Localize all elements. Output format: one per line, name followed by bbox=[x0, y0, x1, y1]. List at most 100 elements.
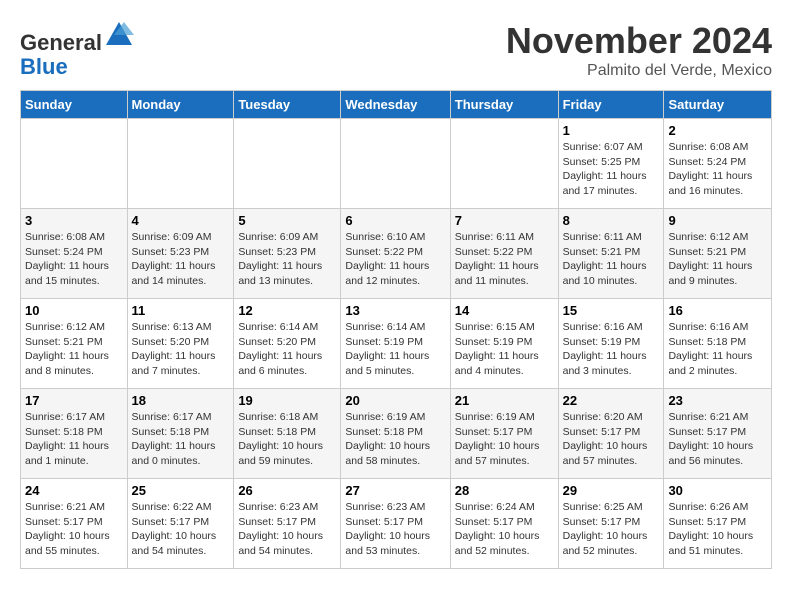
calendar-cell bbox=[450, 119, 558, 209]
calendar-cell: 28Sunrise: 6:24 AM Sunset: 5:17 PM Dayli… bbox=[450, 479, 558, 569]
calendar-cell: 11 Sunrise: 6:13 AM Sunset: 5:20 PM Dayli… bbox=[127, 299, 234, 389]
day-number: 4 bbox=[132, 213, 230, 228]
logo: General Blue bbox=[20, 20, 134, 79]
day-number: 22 bbox=[563, 393, 660, 408]
calendar-body: 1 Sunrise: 6:07 AM Sunset: 5:25 PM Daylig… bbox=[21, 119, 772, 569]
calendar-cell: 5Sunrise: 6:09 AM Sunset: 5:23 PM Daylig… bbox=[234, 209, 341, 299]
day-number: 21 bbox=[455, 393, 554, 408]
day-number: 7 bbox=[455, 213, 554, 228]
calendar-cell: 13 Sunrise: 6:14 AM Sunset: 5:19 PM Dayli… bbox=[341, 299, 450, 389]
calendar-table: SundayMondayTuesdayWednesdayThursdayFrid… bbox=[20, 90, 772, 569]
day-info: Sunrise: 6:22 AM Sunset: 5:17 PM Dayligh… bbox=[132, 500, 230, 559]
day-number: 1 bbox=[563, 123, 660, 138]
day-info: Sunrise: 6:13 AM Sunset: 5:20 PM Dayligh… bbox=[132, 320, 230, 379]
weekday-header: Friday bbox=[558, 91, 664, 119]
calendar-cell: 9 Sunrise: 6:12 AM Sunset: 5:21 PM Daylig… bbox=[664, 209, 772, 299]
day-number: 13 bbox=[345, 303, 445, 318]
day-info: Sunrise: 6:11 AM Sunset: 5:22 PM Dayligh… bbox=[455, 230, 554, 289]
day-number: 19 bbox=[238, 393, 336, 408]
calendar-cell: 27 Sunrise: 6:23 AM Sunset: 5:17 PM Dayli… bbox=[341, 479, 450, 569]
day-number: 3 bbox=[25, 213, 123, 228]
day-info: Sunrise: 6:16 AM Sunset: 5:19 PM Dayligh… bbox=[563, 320, 660, 379]
weekday-header: Monday bbox=[127, 91, 234, 119]
day-number: 27 bbox=[345, 483, 445, 498]
calendar-cell: 12 Sunrise: 6:14 AM Sunset: 5:20 PM Dayli… bbox=[234, 299, 341, 389]
day-info: Sunrise: 6:19 AM Sunset: 5:18 PM Dayligh… bbox=[345, 410, 445, 469]
day-info: Sunrise: 6:25 AM Sunset: 5:17 PM Dayligh… bbox=[563, 500, 660, 559]
calendar-cell: 7 Sunrise: 6:11 AM Sunset: 5:22 PM Daylig… bbox=[450, 209, 558, 299]
location: Palmito del Verde, Mexico bbox=[506, 62, 772, 80]
month-title: November 2024 bbox=[506, 20, 772, 62]
day-number: 23 bbox=[668, 393, 767, 408]
logo-icon bbox=[104, 20, 134, 50]
day-number: 30 bbox=[668, 483, 767, 498]
calendar-cell: 29 Sunrise: 6:25 AM Sunset: 5:17 PM Dayli… bbox=[558, 479, 664, 569]
calendar-cell: 20 Sunrise: 6:19 AM Sunset: 5:18 PM Dayli… bbox=[341, 389, 450, 479]
day-number: 29 bbox=[563, 483, 660, 498]
calendar-header-row: SundayMondayTuesdayWednesdayThursdayFrid… bbox=[21, 91, 772, 119]
calendar-cell: 22 Sunrise: 6:20 AM Sunset: 5:17 PM Dayli… bbox=[558, 389, 664, 479]
calendar-cell: 15 Sunrise: 6:16 AM Sunset: 5:19 PM Dayli… bbox=[558, 299, 664, 389]
day-info: Sunrise: 6:23 AM Sunset: 5:17 PM Dayligh… bbox=[238, 500, 336, 559]
calendar-week-row: 24Sunrise: 6:21 AM Sunset: 5:17 PM Dayli… bbox=[21, 479, 772, 569]
calendar-cell: 16Sunrise: 6:16 AM Sunset: 5:18 PM Dayli… bbox=[664, 299, 772, 389]
day-number: 9 bbox=[668, 213, 767, 228]
day-info: Sunrise: 6:12 AM Sunset: 5:21 PM Dayligh… bbox=[25, 320, 123, 379]
calendar-cell: 23 Sunrise: 6:21 AM Sunset: 5:17 PM Dayli… bbox=[664, 389, 772, 479]
day-number: 15 bbox=[563, 303, 660, 318]
calendar-week-row: 1 Sunrise: 6:07 AM Sunset: 5:25 PM Daylig… bbox=[21, 119, 772, 209]
day-number: 26 bbox=[238, 483, 336, 498]
calendar-cell: 1 Sunrise: 6:07 AM Sunset: 5:25 PM Daylig… bbox=[558, 119, 664, 209]
day-info: Sunrise: 6:20 AM Sunset: 5:17 PM Dayligh… bbox=[563, 410, 660, 469]
calendar-cell: 21 Sunrise: 6:19 AM Sunset: 5:17 PM Dayli… bbox=[450, 389, 558, 479]
day-info: Sunrise: 6:12 AM Sunset: 5:21 PM Dayligh… bbox=[668, 230, 767, 289]
calendar-cell: 30 Sunrise: 6:26 AM Sunset: 5:17 PM Dayli… bbox=[664, 479, 772, 569]
day-number: 12 bbox=[238, 303, 336, 318]
day-number: 20 bbox=[345, 393, 445, 408]
day-info: Sunrise: 6:11 AM Sunset: 5:21 PM Dayligh… bbox=[563, 230, 660, 289]
day-info: Sunrise: 6:23 AM Sunset: 5:17 PM Dayligh… bbox=[345, 500, 445, 559]
day-number: 2 bbox=[668, 123, 767, 138]
weekday-header: Saturday bbox=[664, 91, 772, 119]
day-info: Sunrise: 6:07 AM Sunset: 5:25 PM Dayligh… bbox=[563, 140, 660, 199]
calendar-cell bbox=[127, 119, 234, 209]
day-number: 25 bbox=[132, 483, 230, 498]
day-info: Sunrise: 6:14 AM Sunset: 5:20 PM Dayligh… bbox=[238, 320, 336, 379]
day-info: Sunrise: 6:21 AM Sunset: 5:17 PM Dayligh… bbox=[668, 410, 767, 469]
day-info: Sunrise: 6:17 AM Sunset: 5:18 PM Dayligh… bbox=[132, 410, 230, 469]
day-info: Sunrise: 6:09 AM Sunset: 5:23 PM Dayligh… bbox=[238, 230, 336, 289]
weekday-header: Wednesday bbox=[341, 91, 450, 119]
calendar-cell bbox=[234, 119, 341, 209]
weekday-header: Thursday bbox=[450, 91, 558, 119]
weekday-header: Tuesday bbox=[234, 91, 341, 119]
day-info: Sunrise: 6:08 AM Sunset: 5:24 PM Dayligh… bbox=[668, 140, 767, 199]
page-header: General Blue November 2024 Palmito del V… bbox=[20, 20, 772, 80]
day-info: Sunrise: 6:14 AM Sunset: 5:19 PM Dayligh… bbox=[345, 320, 445, 379]
calendar-cell bbox=[341, 119, 450, 209]
calendar-cell: 18 Sunrise: 6:17 AM Sunset: 5:18 PM Dayli… bbox=[127, 389, 234, 479]
calendar-week-row: 3 Sunrise: 6:08 AM Sunset: 5:24 PM Daylig… bbox=[21, 209, 772, 299]
logo-blue: Blue bbox=[20, 54, 68, 79]
weekday-header: Sunday bbox=[21, 91, 128, 119]
day-number: 14 bbox=[455, 303, 554, 318]
calendar-cell bbox=[21, 119, 128, 209]
calendar-cell: 4Sunrise: 6:09 AM Sunset: 5:23 PM Daylig… bbox=[127, 209, 234, 299]
calendar-cell: 8Sunrise: 6:11 AM Sunset: 5:21 PM Daylig… bbox=[558, 209, 664, 299]
day-number: 11 bbox=[132, 303, 230, 318]
day-info: Sunrise: 6:15 AM Sunset: 5:19 PM Dayligh… bbox=[455, 320, 554, 379]
day-number: 18 bbox=[132, 393, 230, 408]
day-info: Sunrise: 6:19 AM Sunset: 5:17 PM Dayligh… bbox=[455, 410, 554, 469]
calendar-cell: 14 Sunrise: 6:15 AM Sunset: 5:19 PM Dayli… bbox=[450, 299, 558, 389]
calendar-cell: 3 Sunrise: 6:08 AM Sunset: 5:24 PM Daylig… bbox=[21, 209, 128, 299]
day-number: 24 bbox=[25, 483, 123, 498]
day-number: 6 bbox=[345, 213, 445, 228]
day-info: Sunrise: 6:24 AM Sunset: 5:17 PM Dayligh… bbox=[455, 500, 554, 559]
calendar-week-row: 17Sunrise: 6:17 AM Sunset: 5:18 PM Dayli… bbox=[21, 389, 772, 479]
day-info: Sunrise: 6:26 AM Sunset: 5:17 PM Dayligh… bbox=[668, 500, 767, 559]
calendar-cell: 26 Sunrise: 6:23 AM Sunset: 5:17 PM Dayli… bbox=[234, 479, 341, 569]
day-info: Sunrise: 6:17 AM Sunset: 5:18 PM Dayligh… bbox=[25, 410, 123, 469]
calendar-cell: 24Sunrise: 6:21 AM Sunset: 5:17 PM Dayli… bbox=[21, 479, 128, 569]
calendar-cell: 25 Sunrise: 6:22 AM Sunset: 5:17 PM Dayli… bbox=[127, 479, 234, 569]
day-info: Sunrise: 6:16 AM Sunset: 5:18 PM Dayligh… bbox=[668, 320, 767, 379]
day-info: Sunrise: 6:08 AM Sunset: 5:24 PM Dayligh… bbox=[25, 230, 123, 289]
